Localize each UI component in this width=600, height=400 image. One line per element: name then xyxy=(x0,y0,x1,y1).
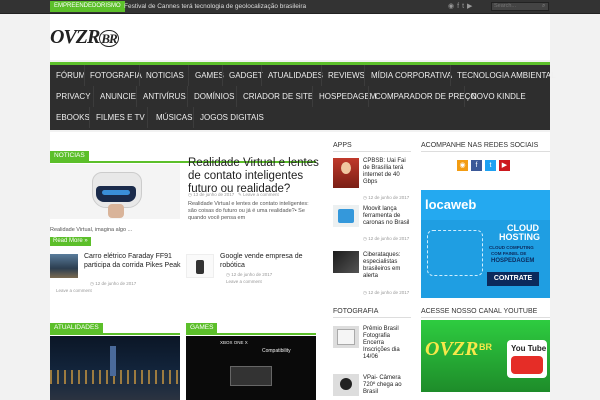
city-night-image[interactable] xyxy=(50,336,180,400)
apps-item-meta-2: ◷ 12 de junho de 2017 xyxy=(363,236,410,241)
nav-item-atualidades[interactable]: ATUALIDADES xyxy=(261,65,323,86)
nav-item-ebooks[interactable]: EBOOKS xyxy=(56,107,90,128)
item-meta-google: ◷ 12 de junho de 2017 xyxy=(226,272,273,277)
section-header-atualidades: ATUALIDADES xyxy=(50,323,180,335)
item-title-faraday[interactable]: Carro elétrico Faraday FF91 participa da… xyxy=(84,253,184,270)
ticker-headline[interactable]: Festival de Cannes terá tecnologia de ge… xyxy=(124,1,306,12)
youtube-icon[interactable]: ▶ xyxy=(467,3,475,10)
xbox-image[interactable]: XBOX ONE X Compatibility xyxy=(186,336,316,400)
top-social-icons: ◉ft▶ xyxy=(448,1,475,12)
rss-icon[interactable]: ◉ xyxy=(457,160,468,171)
main-article-excerpt-cont: Realidade Virtual, imagina algo ... xyxy=(50,227,133,233)
faraday-car-thumb[interactable] xyxy=(50,254,78,278)
section-label: ACESSE NOSSO CANAL YOUTUBE xyxy=(421,308,538,315)
section-header-fotografia: FOTOGRAFIA xyxy=(333,307,411,318)
apps-item-title-1[interactable]: CPBSB: Uai Fai de Brasília terá internet… xyxy=(363,158,411,186)
ad-cta-button[interactable]: CONTRATE xyxy=(487,272,539,286)
locaweb-ad[interactable]: locaweb CLOUD HOSTING CLOUD COMPUTING CO… xyxy=(421,190,550,298)
nav-item-gadget[interactable]: GADGET xyxy=(222,65,263,86)
social-widget-header: ACOMPANHE NAS REDES SOCIAIS xyxy=(421,141,550,152)
apps-item-title-3[interactable]: Ciberataques: especialistas brasileiros … xyxy=(363,252,411,280)
nav-item-reviews[interactable]: REVIEWS xyxy=(321,65,365,86)
nav-item-privacy[interactable]: PRIVACY xyxy=(56,86,91,107)
item-meta-faraday: ◷ 12 de junho de 2017 xyxy=(90,281,137,286)
cpbsb-thumb[interactable] xyxy=(333,158,359,188)
section-label[interactable]: APPS xyxy=(333,141,352,151)
item-comment-faraday[interactable]: Leave a comment xyxy=(56,288,92,293)
section-label[interactable]: NOTICIAS xyxy=(50,151,89,161)
section-label[interactable]: GAMES xyxy=(186,323,218,333)
main-nav: FÓRUM FOTOGRAFIA NOTICIAS GAMES GADGET A… xyxy=(50,62,556,130)
section-header-games: GAMES xyxy=(186,323,316,335)
apps-item-title-2[interactable]: Moovit lança ferramenta de caronas no Br… xyxy=(363,206,411,227)
moovit-thumb[interactable] xyxy=(333,205,359,227)
nav-item-hospedagem[interactable]: HOSPEDAGEM xyxy=(312,86,376,107)
nav-item-filmes-e-tv[interactable]: FILMES E TV xyxy=(89,107,145,128)
top-bar: EMPREENDEDORISMO Festival de Cannes terá… xyxy=(0,0,600,14)
nav-row-3: EBOOKS FILMES E TV MÚSICAS JOGOS DIGITAI… xyxy=(50,107,550,128)
main-article-title[interactable]: Realidade Virtual e lentes de contato in… xyxy=(188,157,320,196)
rss-icon[interactable]: ◉ xyxy=(448,3,457,10)
nav-item-tecnologia-ambiental[interactable]: TECNOLOGIA AMBIENTAL xyxy=(450,65,556,86)
youtube-icon[interactable]: ▶ xyxy=(499,160,510,171)
nav-item-musicas[interactable]: MÚSICAS xyxy=(147,107,192,128)
ciberataques-thumb[interactable] xyxy=(333,251,359,273)
item-comment-google[interactable]: Leave a comment xyxy=(226,279,262,284)
vr-headset-image[interactable] xyxy=(50,164,180,219)
foto-item-title-2[interactable]: VPai- Câmera 720º chega ao Brasil xyxy=(363,375,411,396)
nav-item-novo-kindle[interactable]: NOVO KINDLE xyxy=(464,86,526,107)
apps-item-meta-3: ◷ 12 de junho de 2017 xyxy=(363,290,410,295)
nav-item-criador-de-site[interactable]: CRIADOR DE SITE xyxy=(236,86,313,107)
nav-item-noticias[interactable]: NOTICIAS xyxy=(139,65,184,86)
site-header xyxy=(50,14,550,60)
youtube-widget-header: ACESSE NOSSO CANAL YOUTUBE xyxy=(421,307,550,318)
nav-item-dominios[interactable]: DOMÍNIOS xyxy=(187,86,234,107)
main-article-excerpt: Realidade Virtual e lentes de contato in… xyxy=(188,201,309,221)
nav-row-1: FÓRUM FOTOGRAFIA NOTICIAS GAMES GADGET A… xyxy=(50,65,556,86)
nav-item-midia-corporativa[interactable]: MÍDIA CORPORATIVA xyxy=(364,65,452,86)
foto-item-title-1[interactable]: Prêmio Brasil Fotografia Encerra Inscriç… xyxy=(363,326,411,361)
section-label[interactable]: FOTOGRAFIA xyxy=(333,307,378,317)
nav-row-2: PRIVACY ANUNCIE ANTIVÍRUS DOMÍNIOS CRIAD… xyxy=(50,86,550,107)
read-more-button[interactable]: Read More » xyxy=(50,237,91,246)
search-icon[interactable]: ⌕ xyxy=(542,2,545,11)
nav-item-jogos-digitais[interactable]: JOGOS DIGITAIS xyxy=(193,107,264,128)
nav-item-antivirus[interactable]: ANTIVÍRUS xyxy=(136,86,186,107)
facebook-icon[interactable]: f xyxy=(471,160,482,171)
main-article-meta: ◷ 13 de junho de 2017 ✎ Leave a comment xyxy=(188,192,279,197)
nav-item-comparador-de-preco[interactable]: COMPARADOR DE PREÇO xyxy=(368,86,477,107)
item-title-google[interactable]: Google vende empresa de robótica xyxy=(220,253,316,270)
twitter-icon[interactable]: t xyxy=(485,160,496,171)
nav-item-anuncie[interactable]: ANUNCIE xyxy=(93,86,136,107)
apps-item-meta-1: ◷ 12 de junho de 2017 xyxy=(363,195,410,200)
ticker-tag[interactable]: EMPREENDEDORISMO xyxy=(50,1,125,12)
section-label[interactable]: ATUALIDADES xyxy=(50,323,103,333)
section-header-apps: APPS xyxy=(333,141,411,152)
site-logo[interactable]: OVZR BR xyxy=(50,26,119,49)
nav-item-games[interactable]: GAMES xyxy=(188,65,224,86)
nav-item-forum[interactable]: FÓRUM xyxy=(56,65,85,86)
search-input[interactable] xyxy=(491,2,549,11)
vpai-thumb[interactable] xyxy=(333,374,359,396)
robot-thumb[interactable] xyxy=(186,254,214,278)
youtube-channel-banner[interactable]: OVZR BR You Tube xyxy=(421,320,550,392)
section-label: ACOMPANHE NAS REDES SOCIAIS xyxy=(421,142,539,149)
nav-item-fotografia[interactable]: FOTOGRAFIA xyxy=(84,65,142,86)
ad-brand: locaweb xyxy=(425,197,477,212)
premio-thumb[interactable] xyxy=(333,326,359,348)
